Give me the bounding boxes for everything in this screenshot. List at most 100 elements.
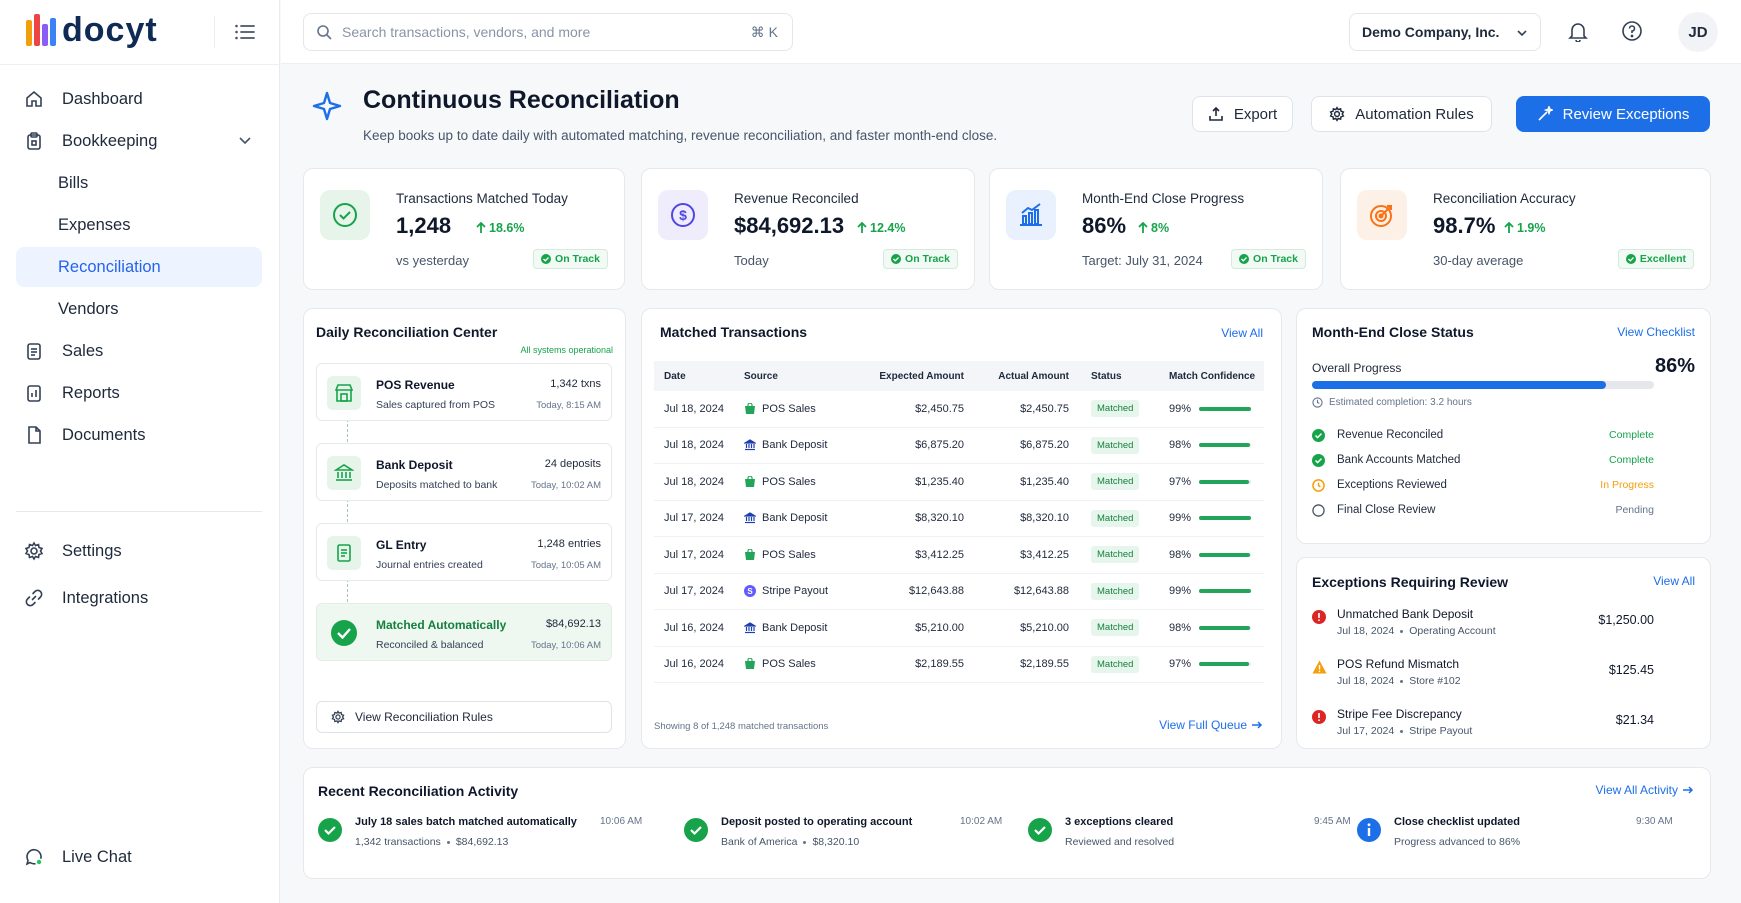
exception-title: Unmatched Bank Deposit [1337,607,1474,621]
kpi-card-accuracy: Reconciliation Accuracy 98.7% 1.9% 30-da… [1340,168,1711,290]
column-header: Status [1091,370,1122,382]
error-icon [1312,710,1326,724]
sidebar-item-sales[interactable]: Sales [16,331,262,371]
avatar[interactable]: JD [1678,12,1718,52]
view-all-exceptions-link[interactable]: View All [1653,574,1695,588]
clipboard-icon [24,131,44,151]
brand-logo[interactable]: docyt [26,13,158,47]
flow-step-time: Today, 10:02 AM [530,480,601,491]
kpi-card-revenue: $ Revenue Reconciled $84,692.13 12.4% To… [641,168,975,290]
magic-wand-icon [1538,106,1553,121]
table-row[interactable]: Jul 16, 2024 Bank Deposit $5,210.00 $5,210.… [654,610,1264,647]
exception-item[interactable]: POS Refund Mismatch Jul 18, 2024 Store #10… [1312,657,1654,697]
help-icon[interactable] [1621,20,1645,44]
exception-item[interactable]: Unmatched Bank Deposit Jul 18, 2024 Operat… [1312,607,1654,647]
sidebar-item-vendors[interactable]: Vendors [16,289,262,329]
checklist-label: Revenue Reconciled [1337,429,1444,441]
arrow-right-icon [1683,786,1694,794]
sidebar-item-label: Reconciliation [58,257,161,276]
overall-progress-value: 86% [1654,355,1695,377]
table-row[interactable]: Jul 18, 2024 Bank Deposit $6,875.20 $6,875.… [654,428,1264,464]
sidebar-item-label: Documents [62,425,146,444]
check-circle-icon [1312,453,1325,467]
page-title: Continuous Reconciliation [363,86,680,114]
flow-step-gl-entry[interactable]: GL Entry Journal entries created 1,248 e… [316,523,612,581]
exception-amount: $125.45 [1608,663,1654,677]
table-row[interactable]: Jul 16, 2024 POS Sales $2,189.55 $2,189.55 M… [654,647,1264,683]
empty-circle-icon [1312,503,1325,517]
sidebar-item-expenses[interactable]: Expenses [16,205,262,245]
view-all-link[interactable]: View All [1221,326,1263,340]
cell-status: Matched [1069,546,1149,564]
activity-item[interactable]: July 18 sales batch matched automaticall… [318,816,648,856]
gear-icon [24,541,44,561]
review-exceptions-button[interactable]: Review Exceptions [1516,96,1710,132]
check-circle-icon [318,818,342,842]
sidebar-item-bills[interactable]: Bills [16,163,262,203]
sidebar-item-integrations[interactable]: Integrations [16,578,262,618]
svg-text:$: $ [679,207,687,223]
link-icon [24,588,44,608]
live-chat-button[interactable]: Live Chat [16,837,262,877]
view-reconciliation-rules-button[interactable]: View Reconciliation Rules [316,701,612,733]
chevron-down-icon[interactable] [238,133,252,147]
table-row[interactable]: Jul 17, 2024 Bank Deposit $8,320.10 $8,320.… [654,501,1264,537]
status-badge: Matched [1091,582,1140,600]
cell-date: Jul 18, 2024 [664,402,724,415]
menu-collapse-icon[interactable] [234,22,258,44]
cell-expected: $8,320.10 [915,512,964,525]
checklist-status: In Progress [1600,479,1654,491]
sidebar-item-settings[interactable]: Settings [16,531,262,571]
exception-item[interactable]: Stripe Fee Discrepancy Jul 17, 2024 Stripe… [1312,707,1654,747]
export-button[interactable]: Export [1192,96,1293,132]
dollar-circle-icon: $ [658,190,708,240]
checklist-item[interactable]: Exceptions Reviewed In Progress [1312,477,1654,493]
table-row[interactable]: Jul 18, 2024 POS Sales $2,450.75 $2,450.75 M… [654,391,1264,428]
kpi-note: Target: July 31, 2024 [1082,253,1203,268]
automation-rules-button[interactable]: Automation Rules [1311,96,1492,132]
journal-icon [327,536,361,570]
activity-item[interactable]: 3 exceptions cleared Reviewed and resolve… [1028,816,1358,856]
cell-confidence: 98% [1149,549,1264,561]
bell-icon[interactable] [1567,20,1591,44]
sidebar-item-dashboard[interactable]: Dashboard [16,79,262,119]
company-selector[interactable]: Demo Company, Inc. [1349,13,1541,51]
confidence-bar [1199,625,1252,630]
status-badge: Matched [1091,400,1140,418]
status-badge: Matched [1091,655,1140,673]
cell-date: Jul 17, 2024 [664,585,724,598]
status-badge: On Track [533,249,608,269]
cell-status: Matched [1069,509,1149,527]
cell-date: Jul 17, 2024 [664,512,724,525]
sidebar-item-documents[interactable]: Documents [16,415,262,455]
divider [16,511,262,512]
pos-icon [744,402,756,415]
transactions-table: Date Source Expected Amount Actual Amoun… [654,361,1264,683]
flow-step-bank-deposit[interactable]: Bank Deposit Deposits matched to bank 24… [316,443,612,501]
activity-item[interactable]: Deposit posted to operating account Bank … [684,816,1014,856]
view-full-queue-link[interactable]: View Full Queue [1159,718,1263,732]
checklist-item[interactable]: Bank Accounts Matched Complete [1312,452,1654,468]
sidebar-item-reports[interactable]: Reports [16,373,262,413]
cell-actual: $12,643.88 [1013,585,1069,598]
sidebar-item-reconciliation[interactable]: Reconciliation [16,247,262,287]
cell-expected: $2,189.55 [915,658,964,671]
table-row[interactable]: Jul 17, 2024 POS Sales $3,412.25 $3,412.25 M… [654,537,1264,574]
view-checklist-link[interactable]: View Checklist [1617,325,1695,339]
activity-item[interactable]: Close checklist updated Progress advanced… [1357,816,1687,856]
cell-date: Jul 18, 2024 [664,439,724,452]
cell-source: Bank Deposit [744,622,854,634]
checklist-item[interactable]: Final Close Review Pending [1312,502,1654,518]
table-row[interactable]: Jul 17, 2024 S Stripe Payout $12,643.88 $12,… [654,574,1264,610]
cell-actual: $8,320.10 [1020,512,1069,525]
checklist-item[interactable]: Revenue Reconciled Complete [1312,427,1654,443]
table-row[interactable]: Jul 18, 2024 POS Sales $1,235.40 $1,235.40 M… [654,464,1264,501]
sidebar-item-bookkeeping[interactable]: Bookkeeping [16,121,262,161]
flow-step-pos-revenue[interactable]: POS Revenue Sales captured from POS 1,34… [316,363,612,421]
search-box[interactable]: ⌘ K [303,13,793,51]
flow-step-matched[interactable]: Matched Automatically Reconciled & balan… [316,603,612,661]
overall-progress-label: Overall Progress [1312,361,1402,375]
view-all-activity-link[interactable]: View All Activity [1596,783,1694,797]
search-input[interactable] [342,24,751,40]
live-chat-label: Live Chat [62,847,132,866]
